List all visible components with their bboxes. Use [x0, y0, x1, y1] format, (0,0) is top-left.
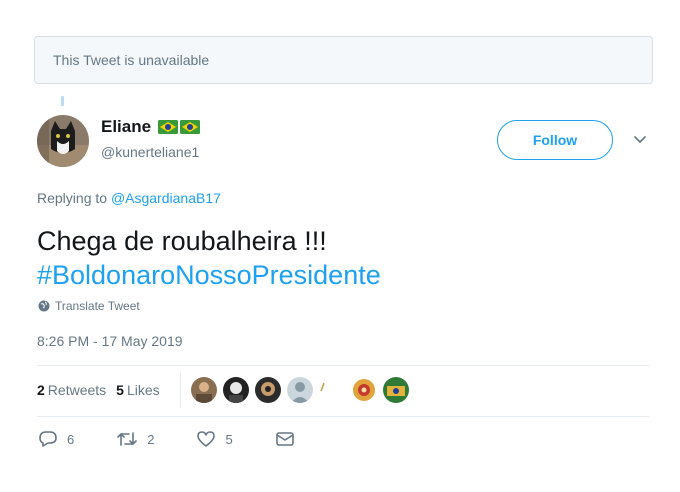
globe-icon: [38, 300, 50, 312]
reply-context: Replying to @AsgardianaB17: [37, 190, 221, 206]
like-icon: [197, 431, 216, 447]
message-icon: [275, 432, 294, 446]
tweet-timestamp[interactable]: 8:26 PM - 17 May 2019: [37, 333, 183, 349]
retweet-button[interactable]: 2: [116, 430, 154, 448]
liker-avatars: [191, 377, 415, 403]
follow-button[interactable]: Follow: [497, 120, 613, 160]
retweet-count: 2: [147, 431, 155, 447]
engagement-stats: 2 Retweets 5 Likes: [37, 382, 160, 398]
liker-avatar[interactable]: [223, 377, 249, 403]
liker-avatar[interactable]: [287, 377, 313, 403]
tweet-text: Chega de roubalheira !!!: [37, 226, 327, 256]
flags: [158, 120, 201, 134]
reply-prefix: Replying to: [37, 190, 108, 206]
retweet-icon: [117, 432, 138, 446]
author-avatar[interactable]: [37, 115, 89, 167]
like-count: 5: [225, 431, 233, 447]
retweets-stat[interactable]: 2 Retweets: [37, 382, 106, 398]
direct-message-button[interactable]: [275, 430, 295, 448]
divider-top: [37, 365, 649, 366]
tweet-body: Chega de roubalheira !!! #BoldonaroNosso…: [37, 224, 381, 292]
reply-button[interactable]: 6: [38, 430, 74, 448]
reply-icon: [39, 431, 57, 447]
liker-avatar[interactable]: [191, 377, 217, 403]
likes-label: Likes: [126, 382, 160, 398]
likes-count: 5: [116, 382, 124, 398]
author-handle[interactable]: @kunerteliane1: [101, 144, 199, 160]
liker-avatar[interactable]: [351, 377, 377, 403]
thread-connector: [61, 96, 64, 106]
retweets-label: Retweets: [47, 382, 107, 398]
translate-label[interactable]: Translate Tweet: [55, 299, 140, 313]
reply-target-link[interactable]: @AsgardianaB17: [111, 190, 221, 206]
likes-stat[interactable]: 5 Likes: [116, 382, 159, 398]
brazil-flag-icon: [180, 120, 201, 134]
hashtag-link[interactable]: #BoldonaroNossoPresidente: [37, 258, 381, 292]
unavailable-tweet-notice: This Tweet is unavailable: [34, 36, 653, 84]
translate-tweet-link[interactable]: Translate Tweet: [38, 299, 140, 313]
retweets-count: 2: [37, 382, 45, 398]
tweet-actions: 6 2 5: [38, 430, 337, 448]
stats-separator: [180, 373, 181, 407]
chevron-down-icon[interactable]: [633, 135, 647, 145]
divider-bottom: [37, 416, 649, 417]
like-button[interactable]: 5: [196, 430, 233, 448]
liker-avatar[interactable]: [255, 377, 281, 403]
reply-count: 6: [67, 431, 75, 447]
liker-avatar[interactable]: [383, 377, 409, 403]
liker-avatar-partial: [319, 377, 327, 403]
author-name[interactable]: Eliane: [101, 117, 151, 137]
unavailable-tweet-text: This Tweet is unavailable: [53, 52, 210, 68]
author-name-row[interactable]: Eliane: [101, 117, 201, 137]
brazil-flag-icon: [158, 120, 179, 134]
